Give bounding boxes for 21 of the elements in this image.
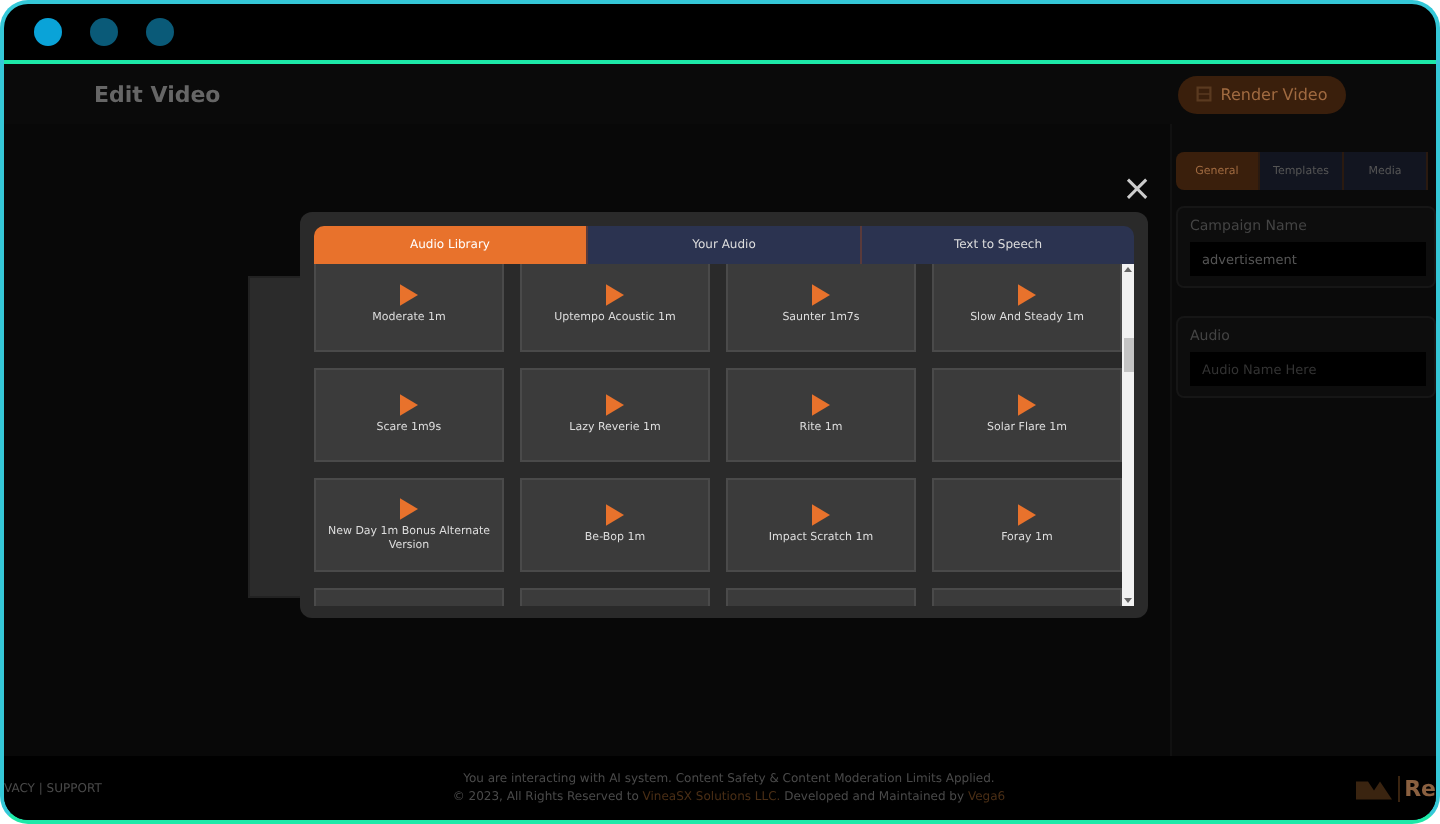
play-icon[interactable] <box>606 504 624 527</box>
play-icon[interactable] <box>1018 504 1036 527</box>
play-icon[interactable] <box>1018 284 1036 307</box>
film-icon <box>1196 86 1213 102</box>
play-icon[interactable] <box>606 284 624 307</box>
play-icon[interactable] <box>400 284 418 307</box>
window-control[interactable] <box>34 18 62 46</box>
scrollbar[interactable] <box>1122 264 1134 606</box>
page-title: Edit Video <box>94 81 221 107</box>
scroll-down-icon[interactable] <box>1122 594 1134 606</box>
play-icon[interactable] <box>606 394 624 417</box>
scrollbar-thumb[interactable] <box>1123 338 1133 372</box>
play-icon[interactable] <box>812 504 830 527</box>
logo-text: Re <box>1398 775 1436 801</box>
play-icon[interactable] <box>400 497 418 520</box>
logo-icon <box>1356 777 1393 799</box>
close-button[interactable]: × <box>1122 174 1153 206</box>
play-icon[interactable] <box>400 394 418 417</box>
play-icon[interactable] <box>1018 394 1036 417</box>
play-icon[interactable] <box>812 394 830 417</box>
play-icon[interactable] <box>812 284 830 307</box>
